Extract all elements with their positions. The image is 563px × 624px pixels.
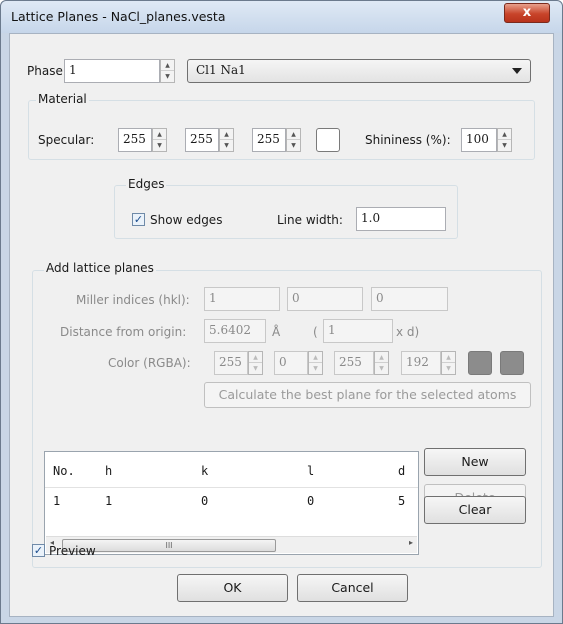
distance-unit: Å xyxy=(272,325,281,339)
column-header-no: No. xyxy=(53,464,75,478)
preview-label: Preview xyxy=(49,544,96,558)
distance-paren: ( xyxy=(313,325,318,339)
phase-dropdown-value: Cl1 Na1 xyxy=(196,63,246,77)
specular-r-spinner[interactable]: ▲ ▼ xyxy=(152,128,167,152)
header-divider xyxy=(45,487,418,488)
color-a-input[interactable]: 192 xyxy=(401,351,441,375)
color-r-input[interactable]: 255 xyxy=(214,351,248,375)
planes-table: No. h k l d 1 1 0 0 5 ◂ III ▸ xyxy=(44,451,419,555)
shininess-label: Shininess (%): xyxy=(365,133,451,147)
cell-d: 5 xyxy=(398,494,406,508)
cell-h: 1 xyxy=(105,494,113,508)
dialog-content: Phase: 1 ▲ ▼ Cl1 Na1 Material Specular: 2… xyxy=(9,33,554,617)
miller-label: Miller indices (hkl): xyxy=(76,293,190,307)
close-button[interactable]: x xyxy=(504,3,550,23)
column-header-l: l xyxy=(307,464,315,478)
color-g-input[interactable]: 0 xyxy=(274,351,308,375)
plane-edge-color-swatch[interactable] xyxy=(500,351,524,375)
cell-no: 1 xyxy=(53,494,61,508)
phase-spinner[interactable]: ▲ ▼ xyxy=(160,59,175,83)
material-group-label: Material xyxy=(36,92,89,106)
edges-group-label: Edges xyxy=(126,177,167,191)
dialog-window: Lattice Planes - NaCl_planes.vesta x Pha… xyxy=(0,0,563,624)
color-g-spinner[interactable]: ▲ ▼ xyxy=(308,351,323,375)
window-title: Lattice Planes - NaCl_planes.vesta xyxy=(11,9,226,24)
line-width-label: Line width: xyxy=(277,213,343,227)
miller-l-input[interactable]: 0 xyxy=(371,287,448,311)
calculate-best-plane-button[interactable]: Calculate the best plane for the selecte… xyxy=(204,382,531,408)
cell-k: 0 xyxy=(201,494,209,508)
ok-button[interactable]: OK xyxy=(177,574,288,602)
color-rgba-label: Color (RGBA): xyxy=(108,356,191,370)
specular-g-input[interactable]: 255 xyxy=(185,128,219,152)
d-multiple-suffix: x d) xyxy=(396,325,420,339)
cancel-button[interactable]: Cancel xyxy=(297,574,408,602)
column-header-d: d xyxy=(398,464,406,478)
miller-h-input[interactable]: 1 xyxy=(204,287,280,311)
preview-checkbox[interactable]: ✓ xyxy=(32,544,45,557)
specular-b-input[interactable]: 255 xyxy=(252,128,286,152)
distance-label: Distance from origin: xyxy=(60,325,187,339)
specular-color-swatch[interactable] xyxy=(316,128,340,152)
show-edges-label: Show edges xyxy=(150,213,223,227)
plane-color-swatch[interactable] xyxy=(468,351,492,375)
miller-k-input[interactable]: 0 xyxy=(287,287,363,311)
phase-number-input[interactable]: 1 xyxy=(64,59,160,83)
phase-label: Phase: xyxy=(27,64,67,78)
scroll-right-arrow-icon[interactable]: ▸ xyxy=(409,538,413,547)
line-width-input[interactable]: 1.0 xyxy=(356,207,446,231)
show-edges-checkbox[interactable]: ✓ xyxy=(132,213,145,226)
shininess-spinner[interactable]: ▲ ▼ xyxy=(497,128,512,152)
cell-l: 0 xyxy=(307,494,315,508)
clear-button-visible[interactable]: Clear xyxy=(424,496,526,524)
color-b-input[interactable]: 255 xyxy=(334,351,374,375)
specular-label: Specular: xyxy=(38,133,95,147)
specular-b-spinner[interactable]: ▲ ▼ xyxy=(286,128,301,152)
specular-r-input[interactable]: 255 xyxy=(118,128,152,152)
d-multiple-input[interactable]: 1 xyxy=(323,319,393,343)
specular-g-spinner[interactable]: ▲ ▼ xyxy=(219,128,234,152)
table-horizontal-scrollbar[interactable]: ◂ III ▸ xyxy=(46,536,417,553)
new-button[interactable]: New xyxy=(424,448,526,476)
shininess-input[interactable]: 100 xyxy=(461,128,497,152)
color-r-spinner[interactable]: ▲ ▼ xyxy=(248,351,263,375)
distance-input[interactable]: 5.6402 xyxy=(204,319,266,343)
column-header-h: h xyxy=(105,464,113,478)
color-a-spinner[interactable]: ▲ ▼ xyxy=(441,351,456,375)
chevron-down-icon xyxy=(512,68,522,74)
add-planes-group-label: Add lattice planes xyxy=(44,261,156,275)
phase-dropdown[interactable]: Cl1 Na1 xyxy=(187,59,531,83)
color-b-spinner[interactable]: ▲ ▼ xyxy=(374,351,389,375)
column-header-k: k xyxy=(201,464,209,478)
title-bar[interactable]: Lattice Planes - NaCl_planes.vesta x xyxy=(1,1,562,33)
table-row[interactable]: 1 1 0 0 5 xyxy=(45,489,418,515)
